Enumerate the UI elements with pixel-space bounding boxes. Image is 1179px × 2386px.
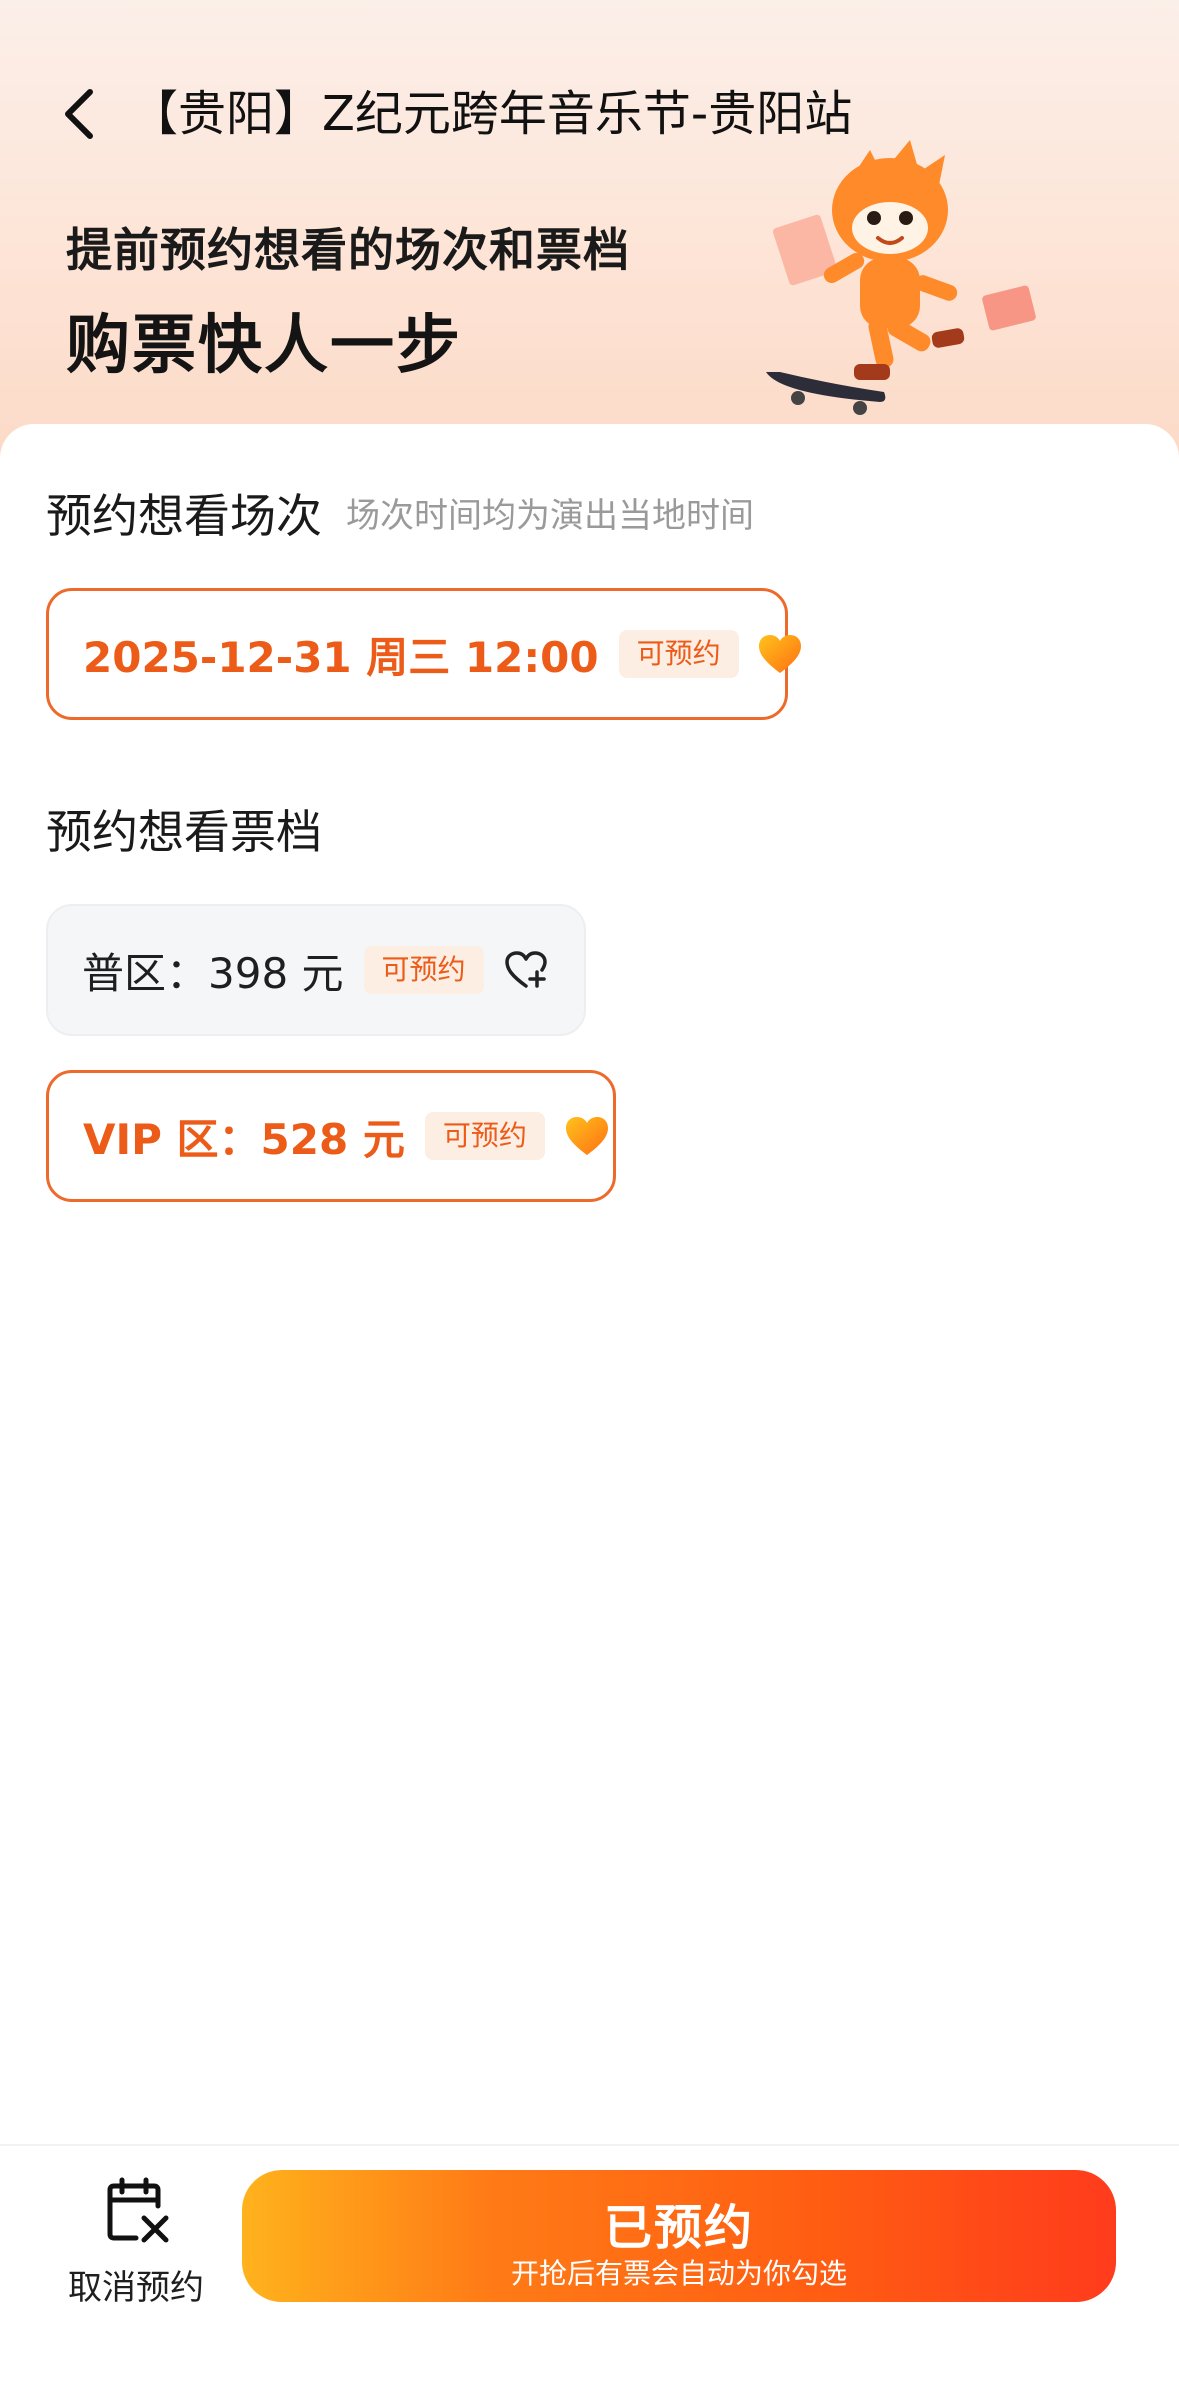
flying-ticket [982, 285, 1036, 331]
cancel-reservation-label: 取消预约 [68, 2268, 204, 2308]
heart-filled-icon [563, 1112, 611, 1160]
session-section-subtitle: 场次时间均为演出当地时间 [346, 496, 754, 536]
banner-headline: 提前预约想看的场次和票档 [66, 223, 630, 277]
cancel-reservation-button[interactable]: 取消预约 [56, 2168, 216, 2308]
heart-filled-icon [757, 630, 803, 678]
heart-plus-icon [502, 946, 550, 994]
mascot-illustration [766, 140, 1036, 415]
reserved-button[interactable]: 已预约 开抢后有票会自动为你勾选 [242, 2170, 1116, 2302]
ticket-option-label: 普区：398 元 [82, 948, 344, 998]
available-badge: 可预约 [363, 946, 484, 994]
ticket-section-title: 预约想看票档 [46, 805, 322, 859]
available-badge: 可预约 [618, 630, 739, 678]
banner-tagline: 购票快人一步 [66, 309, 462, 383]
session-section-title: 预约想看场次 [46, 489, 322, 543]
ticket-option[interactable]: VIP 区：528 元 可预约 [46, 1070, 616, 1202]
reserved-button-label: 已预约 [603, 2200, 754, 2256]
ticket-option-label: VIP 区：528 元 [83, 1114, 405, 1164]
page-title: 【贵阳】Z纪元跨年音乐节-贵阳站 [130, 86, 853, 142]
session-option-label: 2025-12-31 周三 12:00 [83, 632, 599, 682]
ticket-option[interactable]: 普区：398 元 可预约 [46, 904, 586, 1036]
available-badge: 可预约 [424, 1112, 545, 1160]
session-option[interactable]: 2025-12-31 周三 12:00 可预约 [46, 588, 801, 720]
reserved-button-hint: 开抢后有票会自动为你勾选 [510, 2257, 847, 2290]
chevron-left-icon [65, 89, 93, 139]
back-button[interactable] [52, 82, 108, 146]
calendar-x-icon [107, 2177, 169, 2243]
